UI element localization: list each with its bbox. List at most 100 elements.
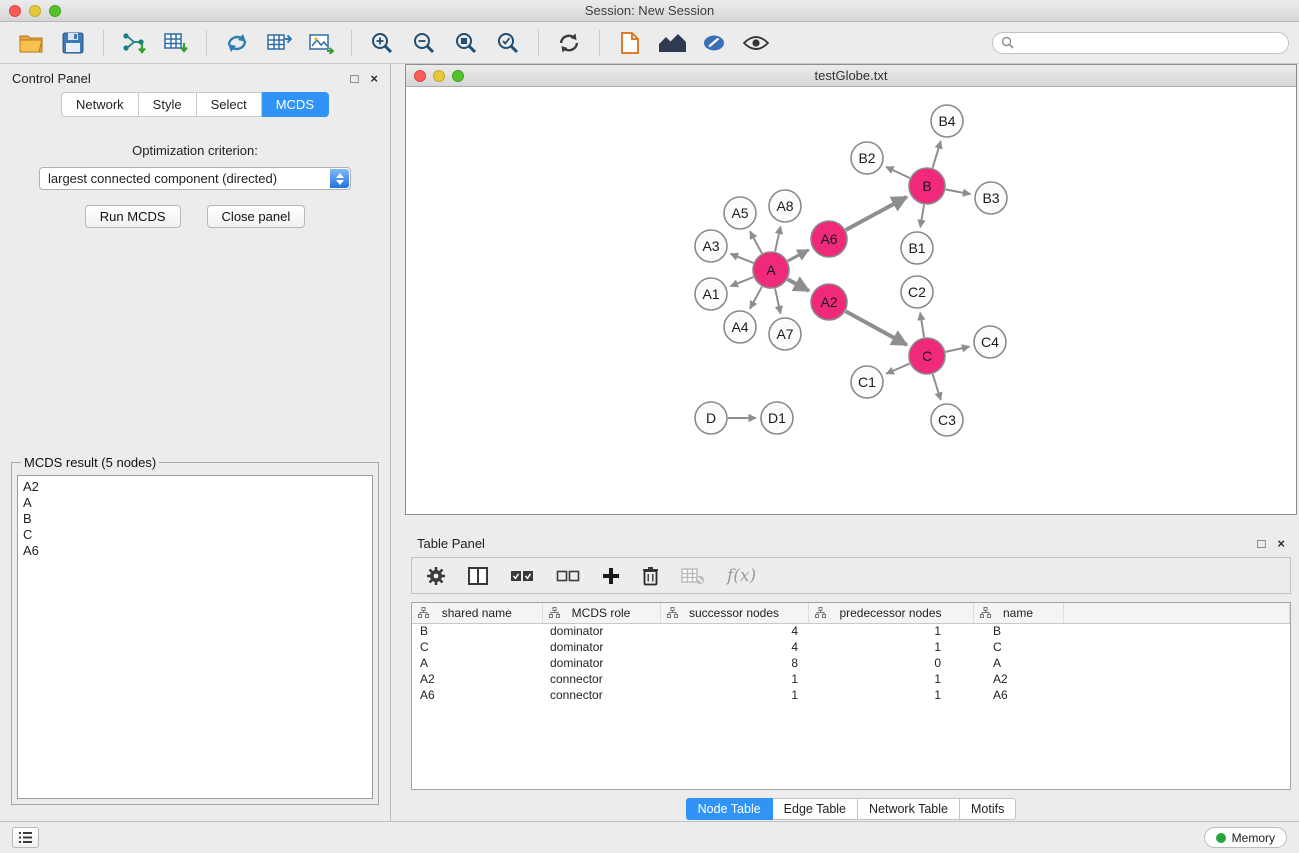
edge-B-B4[interactable] (933, 141, 941, 168)
column-header-MCDS-role[interactable]: MCDS role (542, 603, 660, 623)
node-C1[interactable]: C1 (851, 366, 883, 398)
result-item[interactable]: A (23, 495, 367, 511)
close-icon[interactable]: × (1277, 537, 1285, 550)
delete-column-icon[interactable] (642, 566, 659, 586)
criterion-select[interactable]: largest connected component (directed) (39, 167, 351, 190)
export-table-icon[interactable] (262, 27, 296, 59)
open-session-icon[interactable] (14, 27, 48, 59)
network-zoom-button[interactable] (452, 70, 464, 82)
tab-mcds[interactable]: MCDS (262, 92, 329, 117)
close-icon[interactable]: × (370, 72, 378, 85)
snapshot-icon[interactable] (613, 27, 647, 59)
tab-edge-table[interactable]: Edge Table (773, 798, 858, 820)
network-canvas[interactable]: AA1A2A3A4A5A6A7A8BB1B2B3B4CC1C2C3C4DD1 (406, 87, 1296, 514)
memory-button[interactable]: Memory (1204, 827, 1287, 848)
tab-network[interactable]: Network (61, 92, 139, 117)
node-A1[interactable]: A1 (695, 278, 727, 310)
node-A2[interactable]: A2 (811, 284, 847, 320)
refresh-icon[interactable] (552, 27, 586, 59)
window-close-button[interactable] (9, 5, 21, 17)
unselect-all-icon[interactable] (556, 569, 580, 583)
save-session-icon[interactable] (56, 27, 90, 59)
add-column-icon[interactable] (602, 567, 620, 585)
node-C2[interactable]: C2 (901, 276, 933, 308)
close-panel-button[interactable]: Close panel (207, 205, 306, 228)
tab-network-table[interactable]: Network Table (858, 798, 960, 820)
result-item[interactable]: A2 (23, 479, 367, 495)
edge-A6-B[interactable] (846, 197, 907, 230)
node-A8[interactable]: A8 (769, 190, 801, 222)
edge-C-C3[interactable] (933, 374, 941, 400)
table-row[interactable]: Adominator80A (412, 655, 1290, 671)
node-B1[interactable]: B1 (901, 232, 933, 264)
edge-B-B2[interactable] (886, 167, 910, 178)
node-A5[interactable]: A5 (724, 197, 756, 229)
edge-B-B3[interactable] (946, 190, 971, 195)
column-header-name[interactable]: name (973, 603, 1063, 623)
edge-A2-C[interactable] (846, 311, 907, 345)
edge-A-A1[interactable] (731, 277, 754, 286)
column-header-shared-name[interactable]: shared name (412, 603, 542, 623)
zoom-fit-icon[interactable] (449, 27, 483, 59)
table-row[interactable]: A2connector11A2 (412, 671, 1290, 687)
annotation-icon[interactable] (697, 27, 731, 59)
node-B4[interactable]: B4 (931, 105, 963, 137)
import-network-icon[interactable] (117, 27, 151, 59)
mcds-result-list[interactable]: A2ABCA6 (17, 475, 373, 799)
function-builder-icon[interactable]: f(x) (727, 566, 756, 586)
edge-A-A4[interactable] (750, 287, 762, 309)
columns-icon[interactable] (468, 567, 488, 585)
column-header-successor-nodes[interactable]: successor nodes (660, 603, 808, 623)
edge-C-C1[interactable] (886, 364, 909, 374)
home-icon[interactable] (655, 27, 689, 59)
node-B2[interactable]: B2 (851, 142, 883, 174)
edge-C-C4[interactable] (946, 347, 970, 352)
node-A7[interactable]: A7 (769, 318, 801, 350)
import-table-icon[interactable] (159, 27, 193, 59)
node-D1[interactable]: D1 (761, 402, 793, 434)
edge-A-A5[interactable] (750, 231, 762, 253)
node-A4[interactable]: A4 (724, 311, 756, 343)
tab-select[interactable]: Select (197, 92, 262, 117)
node-C3[interactable]: C3 (931, 404, 963, 436)
export-image-icon[interactable] (304, 27, 338, 59)
zoom-selected-icon[interactable] (491, 27, 525, 59)
node-B3[interactable]: B3 (975, 182, 1007, 214)
edge-A-A8[interactable] (775, 227, 780, 252)
zoom-in-icon[interactable] (365, 27, 399, 59)
float-icon[interactable]: □ (351, 72, 359, 85)
node-B[interactable]: B (909, 168, 945, 204)
window-minimize-button[interactable] (29, 5, 41, 17)
zoom-out-icon[interactable] (407, 27, 441, 59)
search-field[interactable] (992, 32, 1289, 54)
node-C4[interactable]: C4 (974, 326, 1006, 358)
result-item[interactable]: B (23, 511, 367, 527)
node-A6[interactable]: A6 (811, 221, 847, 257)
search-input[interactable] (1019, 36, 1280, 50)
window-zoom-button[interactable] (49, 5, 61, 17)
column-header-predecessor-nodes[interactable]: predecessor nodes (808, 603, 973, 623)
node-A[interactable]: A (753, 252, 789, 288)
float-icon[interactable]: □ (1258, 537, 1266, 550)
table-row[interactable]: Bdominator41B (412, 623, 1290, 639)
edge-A-A3[interactable] (731, 254, 754, 263)
node-A3[interactable]: A3 (695, 230, 727, 262)
export-network-icon[interactable] (220, 27, 254, 59)
gear-icon[interactable] (426, 566, 446, 586)
edge-B-B1[interactable] (920, 205, 924, 228)
table-row[interactable]: A6connector11A6 (412, 687, 1290, 703)
tab-node-table[interactable]: Node Table (686, 798, 773, 820)
result-item[interactable]: A6 (23, 543, 367, 559)
select-all-icon[interactable] (510, 569, 534, 583)
edge-C-C2[interactable] (920, 313, 924, 338)
tab-style[interactable]: Style (139, 92, 197, 117)
result-item[interactable]: C (23, 527, 367, 543)
run-mcds-button[interactable]: Run MCDS (85, 205, 181, 228)
edge-A-A7[interactable] (775, 289, 780, 314)
node-C[interactable]: C (909, 338, 945, 374)
table-row[interactable]: Cdominator41C (412, 639, 1290, 655)
panel-menu-button[interactable] (12, 827, 39, 848)
eye-icon[interactable] (739, 27, 773, 59)
edge-A-A2[interactable] (788, 279, 809, 291)
tab-motifs[interactable]: Motifs (960, 798, 1016, 820)
